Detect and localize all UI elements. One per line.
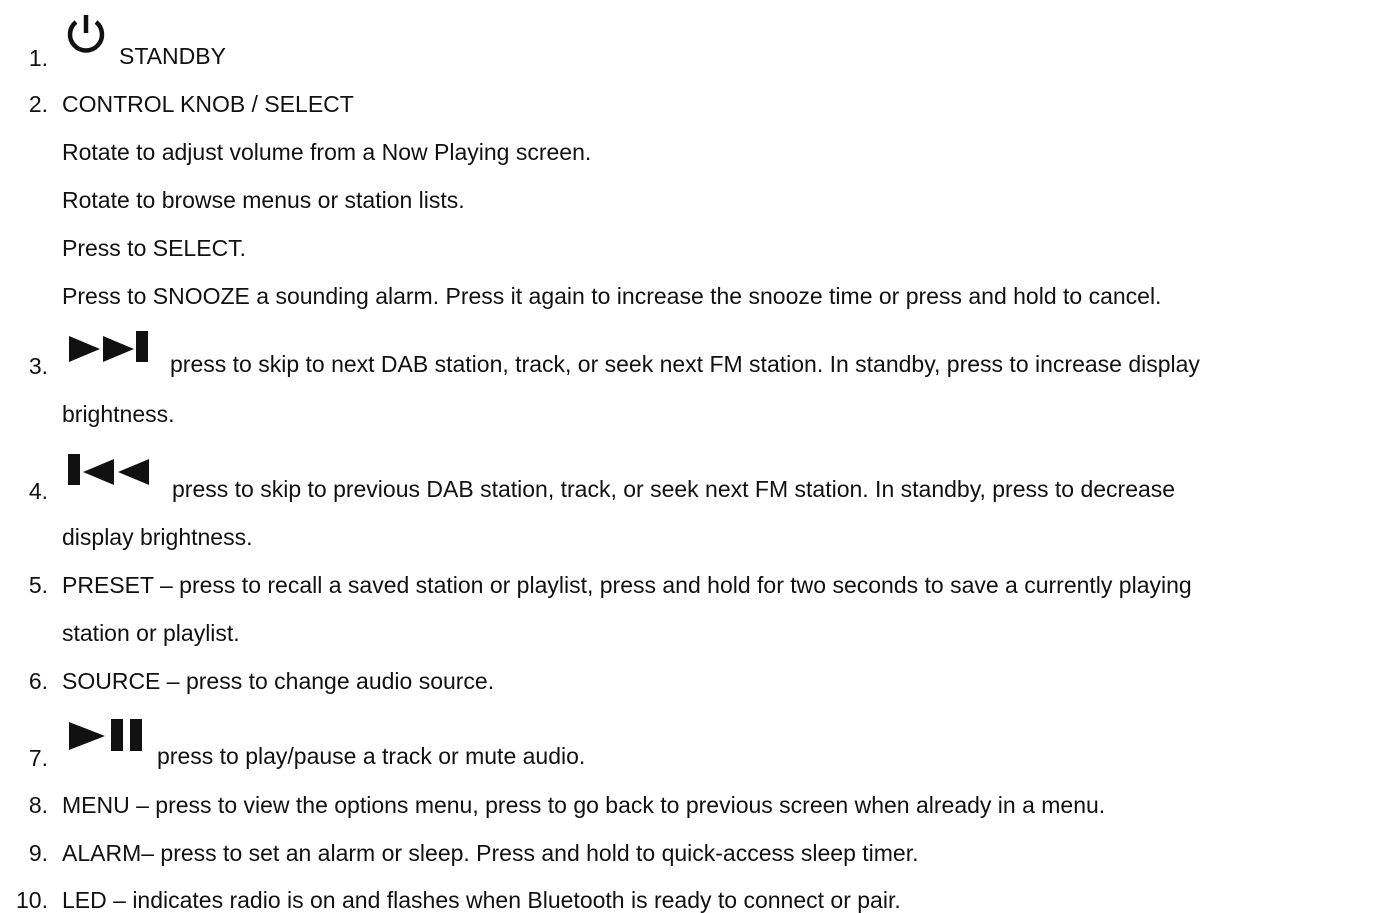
item-number: 7. <box>28 745 48 771</box>
item-text: PRESET – press to recall a saved station… <box>62 572 1192 598</box>
item-title: CONTROL KNOB / SELECT <box>62 91 354 117</box>
item-number: 4. <box>28 478 48 504</box>
item-number: 5. <box>28 572 48 598</box>
item-label: STANDBY <box>119 43 226 69</box>
skip-next-icon <box>69 331 148 362</box>
item-text-continued: brightness. <box>62 401 175 427</box>
item-text: ALARM– press to set an alarm or sleep. P… <box>62 840 919 866</box>
item-number: 2. <box>28 91 48 117</box>
power-icon <box>67 15 105 53</box>
item-number: 3. <box>28 353 48 379</box>
item-number: 8. <box>28 792 48 818</box>
item-detail-line: Rotate to adjust volume from a Now Playi… <box>62 139 592 165</box>
item-text: MENU – press to view the options menu, p… <box>62 792 1106 818</box>
item-number: 10. <box>16 887 48 913</box>
item-text-continued: station or playlist. <box>62 620 240 646</box>
item-detail-line: Press to SELECT. <box>62 235 247 261</box>
item-text: press to play/pause a track or mute audi… <box>157 743 586 769</box>
item-number: 6. <box>28 668 48 694</box>
item-number: 1. <box>28 45 48 71</box>
item-text: press to skip to previous DAB station, t… <box>172 476 1176 502</box>
item-text: LED – indicates radio is on and flashes … <box>62 887 901 913</box>
skip-previous-icon <box>68 454 149 485</box>
item-detail-line: Rotate to browse menus or station lists. <box>62 187 465 213</box>
item-text: press to skip to next DAB station, track… <box>170 351 1200 377</box>
item-detail-line: Press to SNOOZE a sounding alarm. Press … <box>62 283 1162 309</box>
play-pause-icon <box>69 719 142 751</box>
item-text: SOURCE – press to change audio source. <box>62 668 495 694</box>
item-number: 9. <box>28 840 48 866</box>
item-text-continued: display brightness. <box>62 524 253 550</box>
